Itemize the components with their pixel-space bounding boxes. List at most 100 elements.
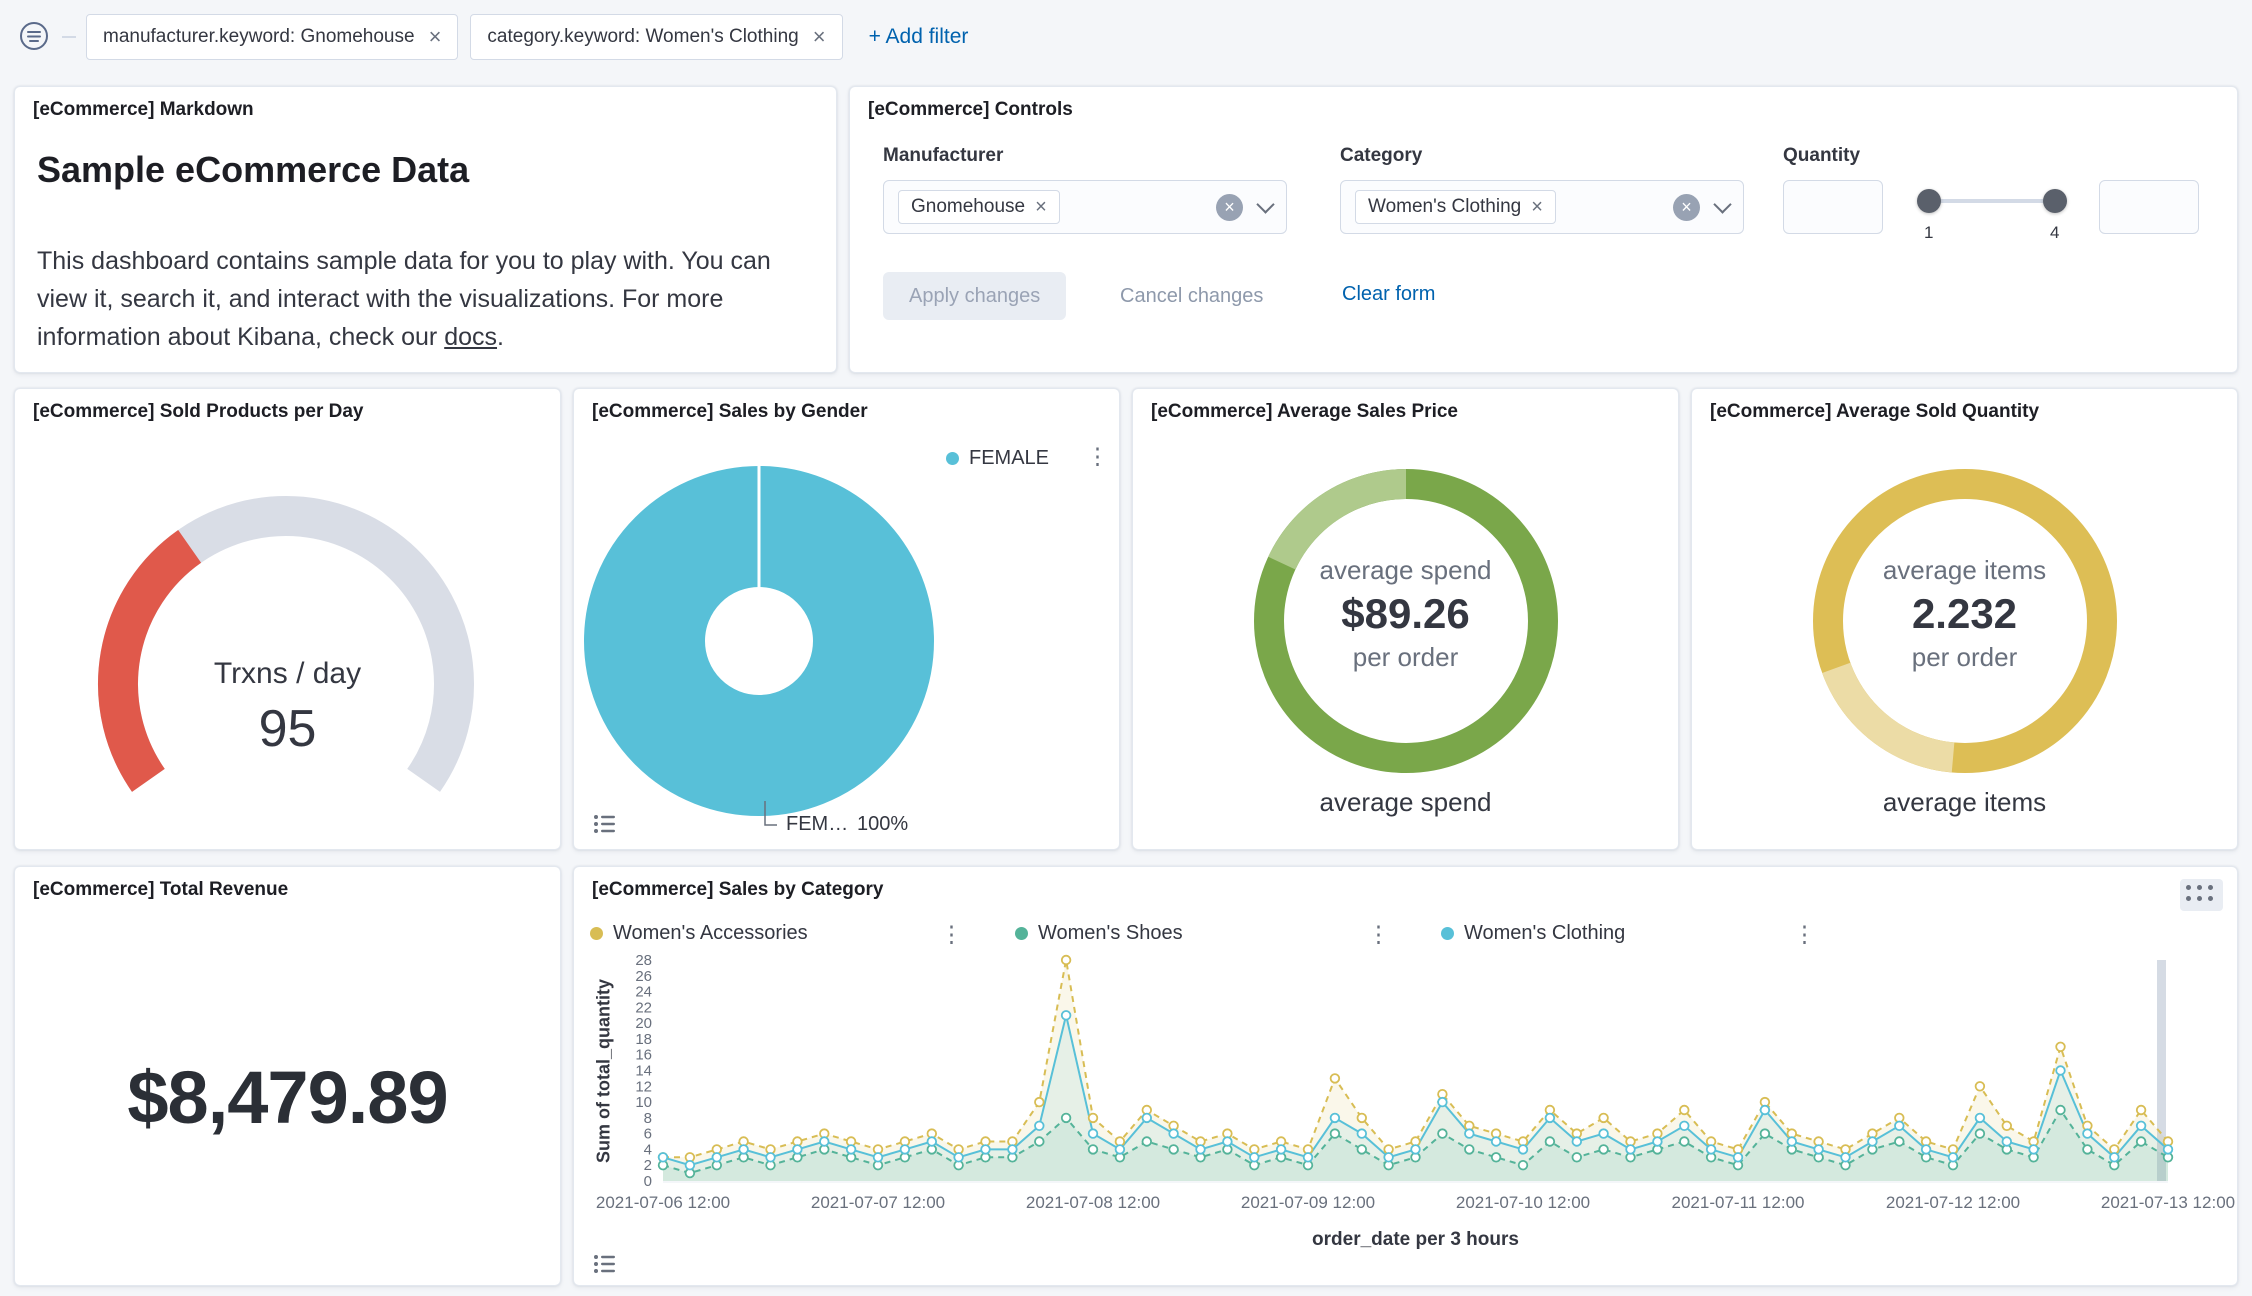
x-axis-title: order_date per 3 hours xyxy=(1312,1229,1519,1250)
markdown-text: This dashboard contains sample data for … xyxy=(37,247,771,351)
svg-text:2021-07-13 12:00: 2021-07-13 12:00 xyxy=(2101,1193,2235,1212)
filter-bar-divider xyxy=(62,36,76,38)
svg-text:10: 10 xyxy=(635,1094,652,1111)
category-combobox[interactable]: Women's Clothing × × xyxy=(1340,180,1744,234)
line-chart: 02468101214161820222426282021-07-06 12:0… xyxy=(596,952,2235,1212)
panel-sales-by-gender: [eCommerce] Sales by Gender FEMALE ⋮ FEM… xyxy=(573,388,1120,850)
svg-text:2021-07-08 12:00: 2021-07-08 12:00 xyxy=(1026,1193,1160,1212)
quantity-min-input[interactable] xyxy=(1783,180,1883,234)
svg-text:28: 28 xyxy=(635,952,652,969)
panel-title: [eCommerce] Total Revenue xyxy=(33,879,289,900)
metric-value: $89.26 xyxy=(1341,590,1470,637)
svg-text:8: 8 xyxy=(644,1110,652,1127)
metric-label-bottom: per order xyxy=(1911,642,2018,672)
filter-options-icon xyxy=(16,18,52,57)
legend-label: FEMALE xyxy=(969,447,1050,469)
markdown-text-end: . xyxy=(497,323,504,351)
legend-item-female[interactable]: FEMALE xyxy=(946,447,1049,470)
chip-label: Gnomehouse xyxy=(911,196,1026,217)
remove-option-icon[interactable]: × xyxy=(1531,197,1543,217)
slider-max-value: 4 xyxy=(2050,223,2060,242)
quantity-label: Quantity xyxy=(1783,145,1861,166)
panel-markdown: [eCommerce] Markdown Sample eCommerce Da… xyxy=(14,86,837,373)
svg-text:16: 16 xyxy=(635,1047,652,1064)
gauge-center: Trxns / day 95 xyxy=(15,657,560,759)
panel-sales-by-category: [eCommerce] Sales by Category Women's Ac… xyxy=(573,866,2238,1286)
metric-label-top: average items xyxy=(1882,555,2047,585)
quantity-max-input[interactable] xyxy=(2099,180,2199,234)
panel-controls: [eCommerce] Controls Manufacturer Gnomeh… xyxy=(849,86,2238,373)
remove-filter-icon[interactable]: × xyxy=(429,26,442,48)
metric-value: 2.232 xyxy=(1911,590,2018,637)
manufacturer-label: Manufacturer xyxy=(883,145,1004,166)
svg-text:12: 12 xyxy=(635,1078,652,1095)
clear-form-button[interactable]: Clear form xyxy=(1342,283,1435,306)
chevron-down-icon[interactable] xyxy=(1256,194,1275,214)
y-axis-title: Sum of total_quantity xyxy=(593,979,614,1163)
filter-bar: manufacturer.keyword: Gnomehouse × categ… xyxy=(0,0,2252,74)
svg-text:18: 18 xyxy=(635,1031,652,1048)
slider-min-value: 1 xyxy=(1924,223,1934,242)
svg-text:2021-07-09 12:00: 2021-07-09 12:00 xyxy=(1241,1193,1375,1212)
svg-text:2021-07-11 12:00: 2021-07-11 12:00 xyxy=(1672,1193,1805,1212)
list-icon xyxy=(592,815,618,840)
gauge-chart xyxy=(98,496,474,792)
panel-total-revenue: [eCommerce] Total Revenue $8,479.89 xyxy=(14,866,561,1286)
metric-center: average spend $89.26 per order xyxy=(1133,555,1678,673)
svg-text:4: 4 xyxy=(644,1141,652,1158)
category-label: Category xyxy=(1340,145,1423,166)
svg-text:2021-07-06 12:00: 2021-07-06 12:00 xyxy=(596,1193,730,1212)
cancel-changes-button[interactable]: Cancel changes xyxy=(1100,272,1283,320)
remove-filter-icon[interactable]: × xyxy=(813,26,826,48)
svg-text:22: 22 xyxy=(635,999,652,1016)
metric-footer-label: average items xyxy=(1882,787,2047,817)
total-revenue-value: $8,479.89 xyxy=(127,1056,448,1139)
svg-text:14: 14 xyxy=(635,1063,652,1080)
slider-handle-min[interactable] xyxy=(1917,189,1941,213)
svg-text:2021-07-12 12:00: 2021-07-12 12:00 xyxy=(1886,1193,2020,1212)
legend-dot xyxy=(946,452,959,465)
panel-title: [eCommerce] Markdown xyxy=(33,99,254,120)
legend-options-icon[interactable]: ⋮ xyxy=(1086,445,1109,468)
panel-average-sales-price: [eCommerce] Average Sales Price average … xyxy=(1132,388,1679,850)
slice-callout-value: 100% xyxy=(857,813,909,835)
svg-text:6: 6 xyxy=(644,1126,652,1143)
metric-label-bottom: per order xyxy=(1352,642,1459,672)
docs-link[interactable]: docs xyxy=(444,323,497,351)
chevron-down-icon[interactable] xyxy=(1713,194,1732,214)
quantity-range-slider: 1 4 xyxy=(1917,177,2067,257)
svg-text:24: 24 xyxy=(635,984,652,1001)
filter-pill-category[interactable]: category.keyword: Women's Clothing × xyxy=(470,14,843,60)
add-filter-link[interactable]: + Add filter xyxy=(869,25,969,49)
chip-label: Women's Clothing xyxy=(1368,196,1522,217)
markdown-heading: Sample eCommerce Data xyxy=(37,149,470,190)
filter-options-button[interactable] xyxy=(12,14,56,61)
metric-footer-label: average spend xyxy=(1319,787,1492,817)
clear-selection-icon[interactable]: × xyxy=(1216,193,1243,221)
clear-selection-icon[interactable]: × xyxy=(1673,193,1700,221)
panel-average-sold-quantity: [eCommerce] Average Sold Quantity averag… xyxy=(1691,388,2238,850)
selected-option-chip[interactable]: Women's Clothing × xyxy=(1355,190,1556,224)
svg-text:26: 26 xyxy=(635,968,652,985)
gauge-label: Trxns / day xyxy=(213,657,362,690)
svg-text:2: 2 xyxy=(644,1157,652,1174)
kibana-dashboard: manufacturer.keyword: Gnomehouse × categ… xyxy=(0,0,2252,1296)
manufacturer-combobox[interactable]: Gnomehouse × × xyxy=(883,180,1287,234)
legend-toggle-button[interactable] xyxy=(590,1249,620,1282)
svg-text:2021-07-07 12:00: 2021-07-07 12:00 xyxy=(811,1193,945,1212)
panel-sold-products-per-day: [eCommerce] Sold Products per Day Trxns … xyxy=(14,388,561,850)
legend-toggle-button[interactable] xyxy=(590,809,620,842)
remove-option-icon[interactable]: × xyxy=(1035,197,1047,217)
metric-center: average items 2.232 per order xyxy=(1692,555,2237,673)
apply-changes-button[interactable]: Apply changes xyxy=(883,272,1067,320)
filter-pill-label: category.keyword: Women's Clothing xyxy=(487,26,799,47)
slice-callout-label: FEM… xyxy=(786,813,849,835)
filter-pill-manufacturer[interactable]: manufacturer.keyword: Gnomehouse × xyxy=(86,14,459,60)
gauge-value: 95 xyxy=(258,700,317,758)
svg-text:20: 20 xyxy=(635,1015,652,1032)
svg-text:0: 0 xyxy=(644,1173,652,1190)
slider-handle-max[interactable] xyxy=(2043,189,2067,213)
selected-option-chip[interactable]: Gnomehouse × xyxy=(898,190,1060,224)
metric-label-top: average spend xyxy=(1319,555,1492,585)
svg-text:2021-07-10 12:00: 2021-07-10 12:00 xyxy=(1456,1193,1590,1212)
